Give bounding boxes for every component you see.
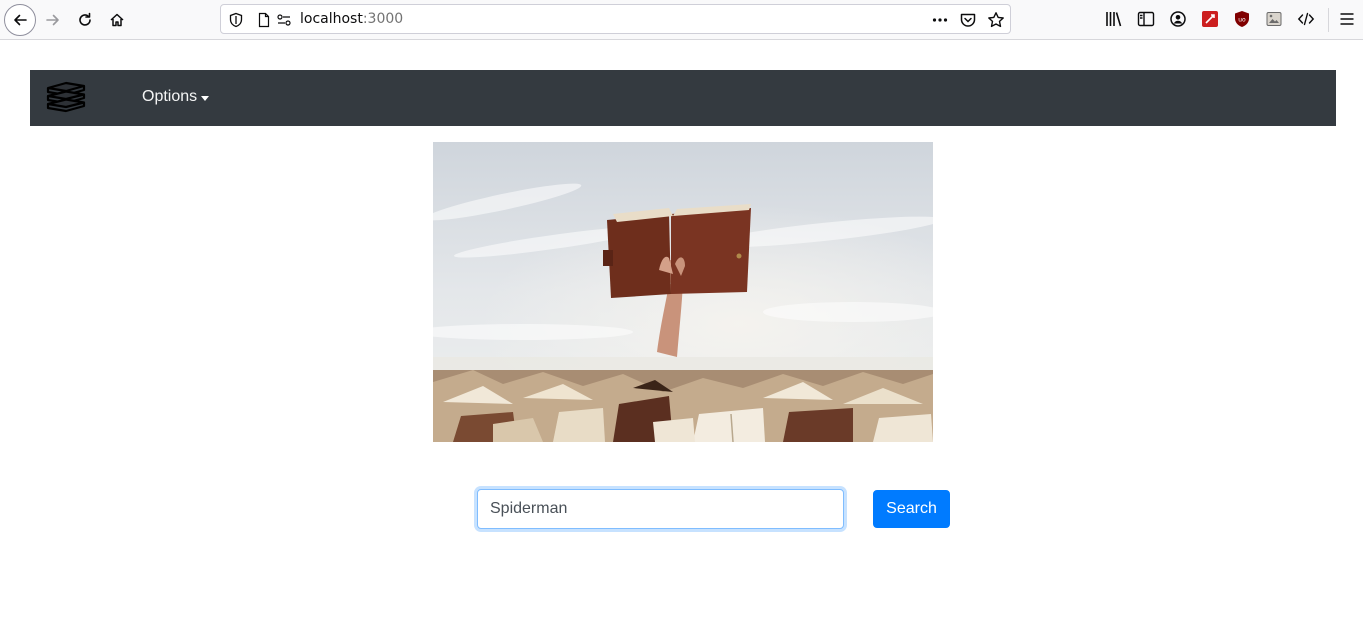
books-icon[interactable] xyxy=(44,80,88,116)
url-port: :3000 xyxy=(362,11,404,27)
home-icon xyxy=(110,13,124,27)
search-input[interactable] xyxy=(477,489,844,529)
devtools-icon[interactable] xyxy=(1297,10,1315,28)
reload-button[interactable] xyxy=(69,4,101,36)
page-icon[interactable] xyxy=(256,12,272,28)
bookmark-star-icon[interactable] xyxy=(987,11,1005,29)
toolbar-separator xyxy=(1328,8,1329,32)
search-button[interactable]: Search xyxy=(873,490,950,528)
reload-icon xyxy=(79,12,91,26)
account-icon[interactable] xyxy=(1169,10,1187,28)
caret-down-icon xyxy=(201,95,210,101)
url-bar[interactable]: localhost:3000 xyxy=(220,4,1011,34)
forward-button[interactable] xyxy=(37,4,69,36)
back-icon xyxy=(14,14,27,26)
menu-icon[interactable] xyxy=(1338,10,1356,28)
ublock-icon[interactable]: uo xyxy=(1233,10,1251,28)
library-icon[interactable] xyxy=(1105,10,1123,28)
url-text[interactable]: localhost:3000 xyxy=(300,11,403,27)
more-icon[interactable] xyxy=(931,11,949,29)
hero-image xyxy=(433,142,933,442)
sidebar-icon[interactable] xyxy=(1137,10,1155,28)
shield-icon[interactable] xyxy=(228,12,244,28)
svg-text:uo: uo xyxy=(1238,17,1246,24)
url-host: localhost xyxy=(300,11,363,27)
home-button[interactable] xyxy=(101,4,133,36)
options-label: Options xyxy=(142,88,198,105)
navbar: Options xyxy=(30,70,1336,126)
permissions-icon[interactable] xyxy=(276,12,292,28)
browser-toolbar: localhost:3000 uo xyxy=(0,0,1363,40)
options-dropdown[interactable]: Options xyxy=(142,88,210,106)
forward-icon xyxy=(46,14,59,26)
screenshot-icon[interactable] xyxy=(1265,10,1283,28)
pocket-icon[interactable] xyxy=(959,11,977,29)
extension-icon[interactable] xyxy=(1201,10,1219,28)
back-button[interactable] xyxy=(4,4,36,36)
